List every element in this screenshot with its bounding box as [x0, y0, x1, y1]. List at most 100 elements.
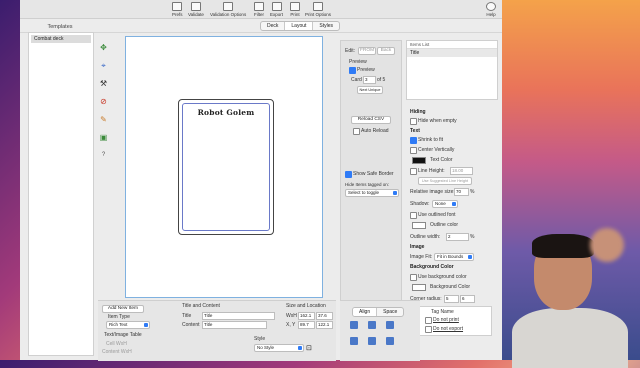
export-button[interactable]: Export: [270, 2, 283, 17]
corner-radius-field-2[interactable]: 6: [460, 295, 475, 303]
title-field[interactable]: Title: [202, 312, 275, 320]
image-tool-icon[interactable]: ▣: [98, 132, 109, 143]
preview-checkbox[interactable]: [349, 67, 356, 74]
tab-deck[interactable]: Deck: [261, 22, 286, 30]
presenter-hand: [590, 228, 624, 262]
outline-width-field[interactable]: 2: [446, 233, 469, 241]
line-height-field[interactable]: 18.00: [450, 167, 473, 175]
content-field[interactable]: Title: [202, 321, 267, 329]
presenter-hair: [532, 234, 594, 258]
hide-when-empty-checkbox[interactable]: [410, 118, 417, 125]
card-number-field[interactable]: 3: [363, 76, 376, 84]
front-button[interactable]: FROM: [358, 47, 376, 55]
line-height-checkbox[interactable]: [410, 168, 417, 175]
tag-checkbox-2[interactable]: [425, 326, 432, 333]
shadow-select[interactable]: None: [432, 200, 458, 208]
forbidden-tool-icon[interactable]: ⊘: [98, 96, 109, 107]
align-bottom-icon[interactable]: [386, 337, 394, 345]
size-location-heading: Size and Location: [286, 303, 326, 309]
outlined-font-checkbox[interactable]: [410, 212, 417, 219]
shrink-to-fit-checkbox[interactable]: [410, 137, 417, 144]
edit-panel: Edit: FROM Back Preview Preview Card 3 o…: [340, 40, 402, 302]
align-left-icon[interactable]: [350, 321, 358, 329]
relative-size-field[interactable]: 70: [454, 188, 469, 196]
tab-styles[interactable]: Styles: [313, 22, 339, 30]
align-panel: Align Space: [340, 300, 420, 361]
text-image-table-label: Text/Image Table: [104, 332, 142, 338]
prefs-button[interactable]: Prefs: [172, 2, 183, 17]
tab-layout[interactable]: Layout: [285, 22, 314, 30]
back-button[interactable]: Back: [377, 47, 395, 55]
filter-icon: [254, 2, 264, 11]
image-section: Image: [410, 244, 425, 250]
align-center-icon[interactable]: [368, 321, 376, 329]
help-button[interactable]: Help: [486, 2, 496, 17]
validate-button[interactable]: Validate: [188, 2, 204, 17]
items-list-item[interactable]: Title: [407, 49, 497, 57]
text-color-swatch[interactable]: [412, 157, 426, 164]
height-field[interactable]: 37.6: [316, 312, 333, 320]
style-select[interactable]: No Style: [254, 344, 304, 352]
safe-border-checkbox[interactable]: [345, 171, 352, 178]
tag-checkbox-1[interactable]: [425, 317, 432, 324]
outline-width-unit: %: [470, 234, 475, 240]
help-tool-icon[interactable]: ?: [98, 150, 109, 161]
print-button[interactable]: Print: [290, 2, 300, 17]
layout-canvas[interactable]: Robot Golem: [125, 36, 323, 298]
corner-radius-field[interactable]: 5: [444, 295, 459, 303]
hiding-section: Hiding: [410, 109, 426, 115]
align-right-icon[interactable]: [386, 321, 394, 329]
align-middle-icon[interactable]: [368, 337, 376, 345]
select-tool-icon[interactable]: ⌖: [98, 60, 109, 71]
move-tool-icon[interactable]: ✥: [98, 42, 109, 53]
lock-icon[interactable]: ⊡: [306, 344, 312, 352]
presenter-webcam: [512, 228, 628, 368]
card-title[interactable]: Robot Golem: [179, 108, 273, 117]
text-color-label: Text Color: [430, 157, 453, 163]
background-color-section: Background Color: [410, 264, 454, 270]
card-preview[interactable]: Robot Golem: [178, 99, 274, 235]
next-unique-button[interactable]: Next Unique: [357, 86, 383, 94]
shrink-to-fit-label: Shrink to fit: [418, 137, 444, 143]
print-options-button[interactable]: Print Options: [305, 2, 331, 17]
image-fit-select[interactable]: Fit in Bounds: [434, 253, 474, 261]
brush-tool-icon[interactable]: ✎: [98, 114, 109, 125]
preview-heading: Preview: [349, 59, 367, 65]
width-field[interactable]: 162.1: [298, 312, 315, 320]
validation-options-button[interactable]: Validation Options: [210, 2, 246, 17]
outline-color-swatch[interactable]: [412, 222, 426, 229]
wxh-label: WxH: [286, 313, 297, 319]
outline-color-label: Outline color: [430, 222, 459, 228]
card-count: of 5: [377, 77, 386, 83]
tag-name-header: Tag Name: [431, 309, 454, 315]
item-type-select[interactable]: Rich Text: [106, 321, 150, 329]
view-segmented-control: Deck Layout Styles: [260, 21, 341, 31]
cell-wxh-label: Cell WxH: [106, 341, 127, 347]
hammer-tool-icon[interactable]: ⚒: [98, 78, 109, 89]
tag-do-not-print[interactable]: Do not print: [433, 317, 459, 323]
tab-space[interactable]: Space: [377, 308, 403, 316]
safe-border-label: Show Safe Border: [353, 171, 394, 177]
item-editor-bar: Add New Item Item Type Rich Text Text/Im…: [98, 300, 336, 361]
bg-color-swatch[interactable]: [412, 284, 426, 291]
y-field[interactable]: 122.1: [316, 321, 333, 329]
title-content-heading: Title and Content: [182, 303, 220, 309]
center-vertically-checkbox[interactable]: [410, 147, 417, 154]
use-bg-color-checkbox[interactable]: [410, 274, 417, 281]
add-new-item-button[interactable]: Add New Item: [102, 305, 144, 313]
align-top-icon[interactable]: [350, 337, 358, 345]
reload-csv-button[interactable]: Reload CSV: [351, 116, 391, 124]
chevron-down-icon: [144, 323, 148, 327]
template-item[interactable]: Combat deck: [31, 35, 91, 43]
relative-size-label: Relative image size:: [410, 189, 455, 195]
x-field[interactable]: 89.7: [298, 321, 315, 329]
text-section: Text: [410, 128, 420, 134]
card-safe-border: [182, 103, 270, 231]
tag-do-not-export[interactable]: Do not export: [433, 326, 463, 332]
auto-reload-checkbox[interactable]: [353, 128, 360, 135]
filter-button[interactable]: Filter: [254, 2, 264, 17]
prefs-icon: [172, 2, 183, 11]
suggested-line-height-button[interactable]: Use Suggested Line Height: [418, 177, 472, 185]
tab-align[interactable]: Align: [353, 308, 378, 316]
hide-items-select[interactable]: Select to toggle: [345, 189, 399, 197]
